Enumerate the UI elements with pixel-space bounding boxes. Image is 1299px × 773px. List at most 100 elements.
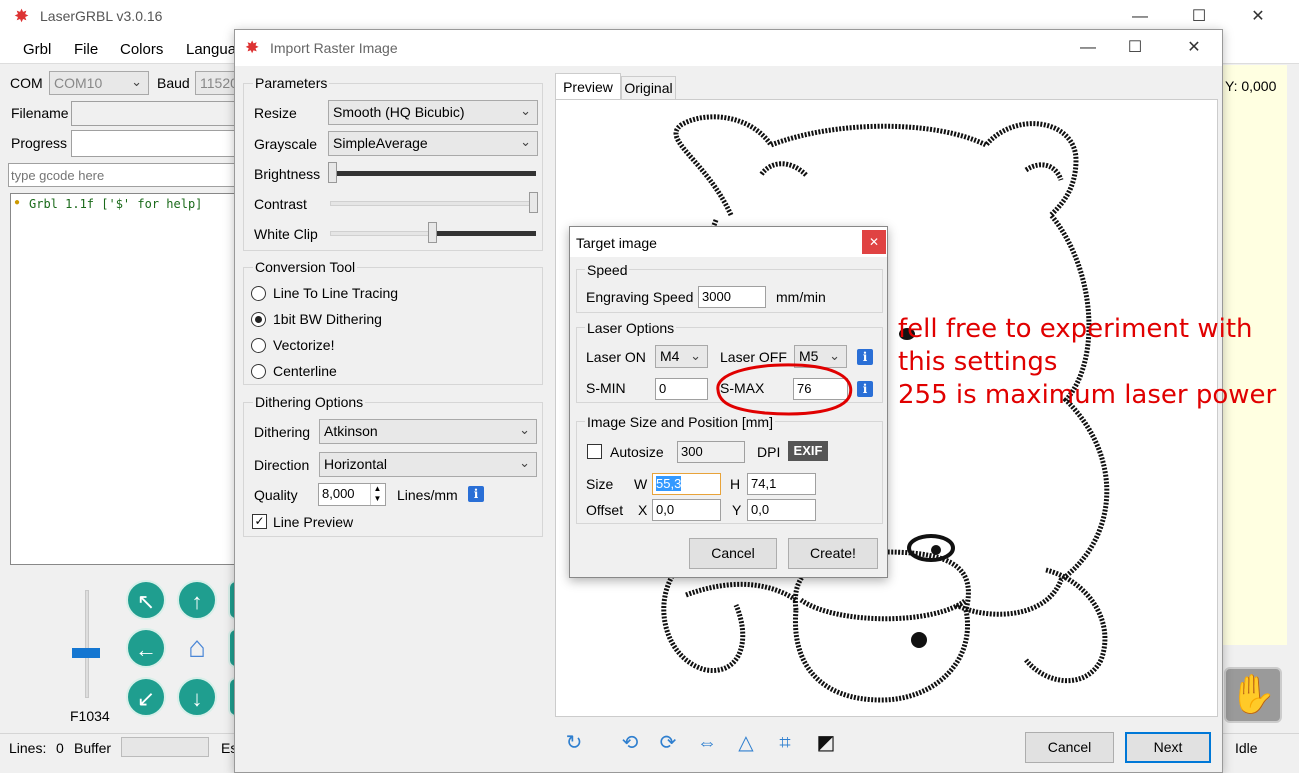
conversion-group: Conversion Tool Line To Line Tracing 1bi…: [243, 259, 543, 385]
home-button[interactable]: ⌂: [177, 628, 217, 668]
width-label: W: [634, 476, 648, 492]
lines-value: 0: [56, 740, 64, 756]
width-input[interactable]: 55,3: [652, 473, 721, 495]
quality-stepper[interactable]: 8,000 ▲ ▼: [318, 483, 386, 506]
hand-stop-button[interactable]: ✋: [1224, 667, 1282, 723]
dpi-input: 300: [677, 441, 745, 463]
com-label: COM: [10, 75, 43, 91]
dithering-group: Dithering Options Dithering Atkinson ⌄ Di…: [243, 394, 543, 537]
radio-1bit-dithering[interactable]: [251, 312, 266, 327]
smin-input[interactable]: 0: [655, 378, 708, 400]
minimize-icon[interactable]: —: [1120, 2, 1160, 32]
jog-n-button[interactable]: ↑: [177, 580, 217, 620]
radio-centerline[interactable]: [251, 364, 266, 379]
resize-select[interactable]: Smooth (HQ Bicubic) ⌄: [328, 100, 538, 125]
direction-select[interactable]: Horizontal ⌄: [319, 452, 537, 477]
menu-colors[interactable]: Colors: [120, 41, 163, 58]
quality-unit: Lines/mm: [397, 487, 458, 503]
info-bubble-icon: ●: [14, 197, 21, 208]
exif-button[interactable]: EXIF: [788, 441, 828, 461]
console-line: Grbl 1.1f ['$' for help]: [29, 197, 203, 211]
option-vectorize-label: Vectorize!: [273, 337, 335, 353]
line-preview-label: Line Preview: [273, 514, 354, 530]
chevron-down-icon: ⌄: [131, 74, 142, 89]
target-cancel-button[interactable]: Cancel: [689, 538, 777, 569]
rotate-icon[interactable]: ↻: [559, 728, 589, 758]
baud-label: Baud: [157, 75, 190, 91]
dialog-minimize-icon[interactable]: —: [1068, 33, 1108, 63]
crop-icon[interactable]: ⌗: [770, 728, 800, 758]
radio-line-to-line[interactable]: [251, 286, 266, 301]
chevron-down-icon: ⌄: [690, 348, 701, 363]
main-title: LaserGRBL v3.0.16: [40, 8, 163, 24]
dialog-close-icon[interactable]: ✕: [1174, 33, 1214, 63]
menu-file[interactable]: File: [74, 41, 98, 58]
annotation-circle: [716, 363, 853, 416]
filename-field: [71, 101, 241, 126]
com-select[interactable]: COM10 ⌄: [49, 71, 149, 95]
maximize-icon[interactable]: ☐: [1179, 2, 1219, 32]
engraving-speed-input[interactable]: 3000: [698, 286, 766, 308]
autosize-label: Autosize: [610, 444, 664, 460]
speed-unit: mm/min: [776, 289, 826, 305]
app-logo-icon: ✸: [14, 6, 30, 26]
height-input[interactable]: 74,1: [747, 473, 816, 495]
jog-s-button[interactable]: ↓: [177, 677, 217, 717]
tab-preview[interactable]: Preview: [555, 73, 621, 100]
import-cancel-button[interactable]: Cancel: [1025, 732, 1114, 763]
line-preview-checkbox[interactable]: ✓: [252, 514, 267, 529]
state-label: Idle: [1235, 740, 1258, 756]
import-title-bar: ✸ Import Raster Image — ☐ ✕: [235, 30, 1222, 66]
size-label: Size: [586, 476, 614, 492]
offset-y-input[interactable]: 0,0: [747, 499, 816, 521]
grayscale-label: Grayscale: [254, 136, 318, 152]
dialog-maximize-icon[interactable]: ☐: [1115, 33, 1155, 63]
offset-x-input[interactable]: 0,0: [652, 499, 721, 521]
coord-y: Y: 0,000: [1225, 78, 1277, 94]
target-title: Target image: [576, 235, 657, 251]
dithering-title: Dithering Options: [253, 394, 366, 410]
next-button[interactable]: Next: [1125, 732, 1211, 763]
brightness-slider[interactable]: [328, 162, 538, 184]
flip-horizontal-icon[interactable]: ⇔: [692, 728, 722, 758]
dpi-label: DPI: [757, 444, 781, 460]
stepper-arrows-icon[interactable]: ▲ ▼: [370, 484, 384, 505]
invert-icon[interactable]: ◩: [811, 728, 841, 758]
menu-grbl[interactable]: Grbl: [23, 41, 51, 58]
target-close-icon[interactable]: ✕: [862, 230, 886, 254]
whiteclip-slider[interactable]: [328, 222, 538, 244]
chevron-down-icon: ⌄: [519, 455, 530, 470]
engraving-speed-label: Engraving Speed: [586, 289, 694, 305]
feed-slider[interactable]: [67, 590, 107, 700]
offset-y-label: Y: [732, 502, 742, 518]
quality-label: Quality: [254, 487, 298, 503]
create-button[interactable]: Create!: [788, 538, 878, 569]
close-icon[interactable]: ✕: [1238, 2, 1278, 32]
lines-label: Lines:: [9, 740, 47, 756]
brightness-label: Brightness: [254, 166, 321, 182]
contrast-label: Contrast: [254, 196, 307, 212]
rotate-ccw-icon[interactable]: ⟲: [615, 728, 645, 758]
tab-original[interactable]: Original: [621, 76, 676, 100]
direction-label: Direction: [254, 457, 310, 473]
quality-info-icon[interactable]: i: [468, 486, 484, 502]
laser-on-label: Laser ON: [586, 349, 646, 365]
laser-on-select[interactable]: M4 ⌄: [655, 345, 708, 368]
offset-label: Offset: [586, 502, 624, 518]
dithering-select[interactable]: Atkinson ⌄: [319, 419, 537, 444]
gcode-input[interactable]: [8, 163, 238, 187]
chevron-down-icon: ⌄: [520, 103, 531, 118]
menu-language[interactable]: Langua: [186, 41, 236, 58]
contrast-slider[interactable]: [328, 192, 538, 214]
jog-sw-button[interactable]: ↙: [126, 677, 166, 717]
rotate-cw-icon[interactable]: ⟳: [653, 728, 683, 758]
jog-w-button[interactable]: ←: [126, 628, 166, 668]
autosize-checkbox[interactable]: [587, 444, 602, 459]
progress-label: Progress: [11, 135, 68, 151]
grayscale-select[interactable]: SimpleAverage ⌄: [328, 131, 538, 156]
flip-vertical-icon[interactable]: △: [731, 728, 761, 758]
smin-label: S-MIN: [586, 380, 626, 396]
jog-nw-button[interactable]: ↖: [126, 580, 166, 620]
conversion-title: Conversion Tool: [253, 259, 358, 275]
radio-vectorize[interactable]: [251, 338, 266, 353]
